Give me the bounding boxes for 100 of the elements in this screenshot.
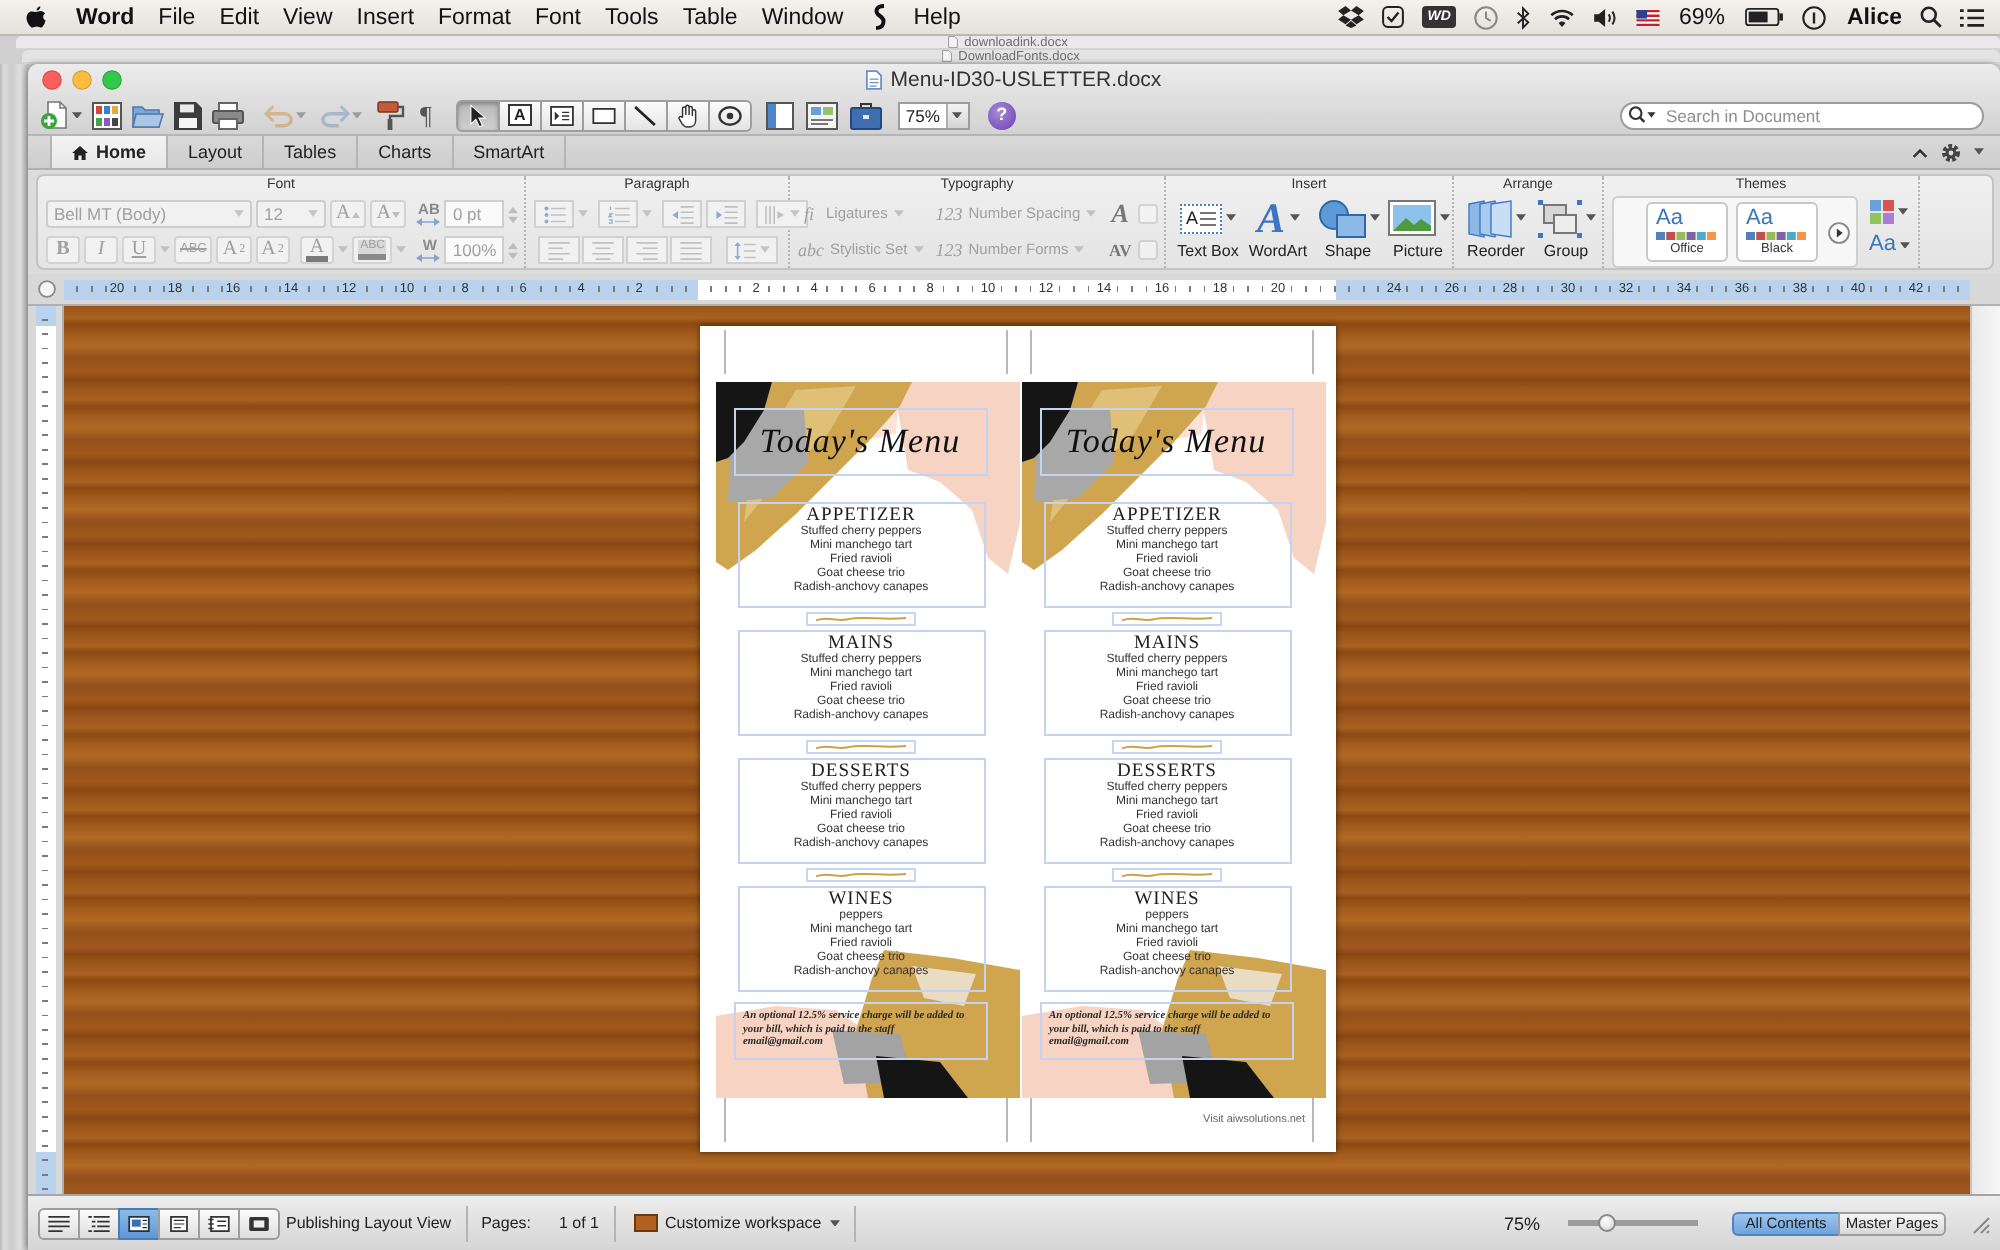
vertical-scrollbar[interactable] <box>1970 306 2000 1194</box>
zoom-field[interactable]: 75% <box>897 101 970 129</box>
menu-item[interactable]: Help <box>913 5 961 29</box>
menu-item[interactable]: Insert <box>356 5 415 29</box>
ring-icon <box>717 105 742 125</box>
printer-icon[interactable] <box>212 101 244 129</box>
section-heading: MAINS <box>1133 634 1201 654</box>
search-icon[interactable] <box>1628 106 1656 124</box>
caret-icon[interactable] <box>72 111 82 119</box>
user-name[interactable]: Alice <box>1847 5 1902 29</box>
paint-brush-icon[interactable] <box>376 100 406 130</box>
caret-icon[interactable] <box>1226 214 1236 222</box>
search-icon[interactable] <box>1920 6 1942 28</box>
battery-percentage: 69% <box>1678 5 1725 29</box>
shape-button[interactable]: Shape <box>1314 198 1382 260</box>
up-triangle-icon <box>352 211 361 217</box>
media-browser-icon[interactable] <box>805 101 838 129</box>
section-heading: WINES <box>828 890 894 910</box>
focus-view-button[interactable] <box>238 1207 280 1239</box>
notebook-view-button[interactable] <box>198 1207 240 1239</box>
text-box-tool-button[interactable]: A <box>497 99 542 131</box>
menu-item[interactable]: Font <box>534 5 581 29</box>
box-logo-icon[interactable] <box>1337 6 1364 28</box>
ornament-drawing <box>1112 868 1222 882</box>
group-button[interactable]: Group <box>1532 198 1600 260</box>
text-lines-icon <box>1200 211 1216 225</box>
double-arrow-icon <box>416 218 441 226</box>
menu-item[interactable]: View <box>283 5 333 29</box>
rectangle-tool-button[interactable] <box>581 99 626 131</box>
gear-icon[interactable] <box>1940 141 1962 163</box>
menu-item[interactable]: Window <box>761 5 844 29</box>
hand-tool-button[interactable] <box>665 99 710 131</box>
close-button[interactable] <box>42 70 62 90</box>
list-icon[interactable] <box>1960 7 1984 27</box>
ornament-drawing <box>806 740 916 754</box>
picture-button[interactable]: Picture <box>1384 198 1452 260</box>
menu-item[interactable]: File <box>158 5 196 29</box>
resize-grip-icon[interactable] <box>1970 1213 1990 1233</box>
toolbox-icon[interactable] <box>849 101 882 129</box>
caret-icon[interactable] <box>1900 241 1910 249</box>
zoom-slider-thumb[interactable] <box>1598 1214 1616 1232</box>
speaker-icon[interactable] <box>1594 7 1619 27</box>
wifi-icon[interactable] <box>1548 7 1577 27</box>
checkmark-icon[interactable] <box>1381 6 1404 28</box>
caret-icon[interactable] <box>1974 148 1984 156</box>
template-grid-icon[interactable] <box>92 101 122 129</box>
draft-view-button[interactable] <box>38 1207 80 1239</box>
new-document-icon[interactable] <box>40 100 70 130</box>
wordart-button[interactable]: A WordArt <box>1244 198 1312 260</box>
collapse-caret-icon[interactable] <box>1912 147 1928 157</box>
ruler-tab-icon[interactable] <box>37 280 55 298</box>
ribbon-tab[interactable]: Layout <box>168 136 265 168</box>
house-icon <box>72 145 88 159</box>
line-tool-button[interactable] <box>623 99 668 131</box>
print-view-button[interactable] <box>158 1207 200 1239</box>
folder-icon[interactable] <box>132 102 164 128</box>
sidebar-icon[interactable] <box>765 101 794 129</box>
apple-logo-icon[interactable] <box>26 6 46 28</box>
caret-icon[interactable] <box>1585 214 1595 222</box>
pilcrow-button[interactable]: ¶ <box>420 102 432 128</box>
menu-item[interactable]: Table <box>682 5 738 29</box>
menu-item[interactable]: Edit <box>219 5 260 29</box>
publishing-view-button[interactable] <box>118 1207 160 1239</box>
bluetooth-icon[interactable] <box>1516 5 1531 29</box>
letter-glyph: A <box>508 104 532 126</box>
color-grid-icon[interactable] <box>1869 200 1894 224</box>
reorder-button[interactable]: Reorder <box>1462 198 1530 260</box>
app-menu[interactable]: Word <box>76 5 135 29</box>
caret-icon[interactable] <box>1369 214 1379 222</box>
caret-icon[interactable] <box>952 111 963 119</box>
caret-icon[interactable] <box>829 1219 840 1227</box>
caret-icon[interactable] <box>1439 214 1449 222</box>
clock-icon[interactable] <box>1474 5 1499 29</box>
frame-tool-button[interactable] <box>539 99 584 131</box>
workspace-dropdown[interactable]: Customize workspace <box>633 1214 840 1232</box>
numbered-list-icon <box>607 205 629 223</box>
pages-label: Pages: <box>481 1214 531 1232</box>
battery-icon[interactable] <box>1743 8 1783 26</box>
menu-item[interactable]: Tools <box>604 5 659 29</box>
search-field[interactable]: Search in Document <box>1620 101 1984 129</box>
section-heading: APPETIZER <box>1112 506 1222 526</box>
theme-fonts-button[interactable]: Aa <box>1869 234 1910 256</box>
ribbon-tab[interactable]: Home <box>50 136 169 168</box>
save-icon[interactable] <box>174 101 202 129</box>
caret-icon[interactable] <box>1515 214 1525 222</box>
arrow-pointer-icon <box>469 103 486 127</box>
ribbon-tab[interactable]: SmartArt <box>453 136 567 168</box>
theme-font-sample: Aa <box>1656 208 1683 230</box>
ornament-drawing <box>806 868 916 882</box>
flag-icon[interactable] <box>1636 9 1661 25</box>
menu-item[interactable]: Format <box>438 5 511 29</box>
ribbon-tab[interactable]: Tables <box>264 136 359 168</box>
ribbon-tab[interactable]: Charts <box>358 136 454 168</box>
pointer-tool-button[interactable] <box>455 99 500 131</box>
caret-icon[interactable] <box>1897 208 1908 216</box>
outline-view-button[interactable] <box>78 1207 120 1239</box>
ring-tool-button[interactable] <box>707 99 752 131</box>
caret-icon[interactable] <box>1289 214 1299 222</box>
scroll-icon[interactable] <box>871 4 890 30</box>
text-box-button[interactable]: A Text Box <box>1174 198 1242 260</box>
